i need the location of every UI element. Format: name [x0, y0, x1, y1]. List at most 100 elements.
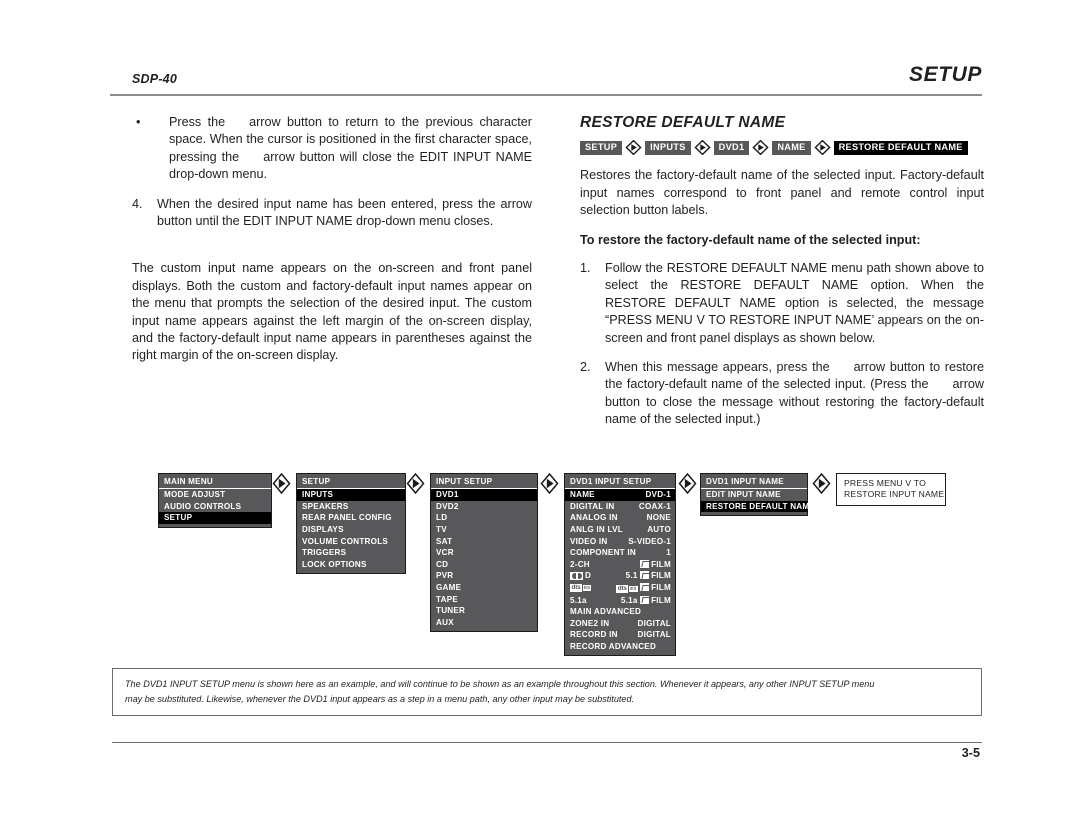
osd-row-lock-options[interactable]: LOCK OPTIONS [297, 559, 405, 571]
section-title: SETUP [908, 63, 982, 86]
osd-row-tuner[interactable]: TUNER [431, 605, 537, 617]
osd-row-record-in[interactable]: RECORD IN DIGITAL [565, 629, 675, 641]
chevron-right-icon [752, 140, 769, 156]
breadcrumb-item-name[interactable]: NAME [772, 140, 811, 155]
breadcrumb: SETUP INPUTS DVD1 NAME RESTORE DEFAULT N… [580, 140, 984, 156]
osd-input-setup-menu: INPUT SETUP DVD1 DVD2 LD TV SAT VCR CD P… [430, 473, 538, 633]
breadcrumb-item-restore-default-name[interactable]: RESTORE DEFAULT NAME [833, 140, 968, 155]
osd-main-menu: MAIN MENU MODE ADJUST AUDIO CONTROLS SET… [158, 473, 272, 528]
breadcrumb-item-inputs[interactable]: INPUTS [645, 140, 691, 155]
numbered-step-4: 4. When the desired input name has been … [132, 196, 532, 231]
osd-row-digital-in[interactable]: DIGITAL IN COAX-1 [565, 501, 675, 513]
osd-row-audio-controls[interactable]: AUDIO CONTROLS [159, 501, 271, 513]
osd-row-label: EDIT INPUT NAME [706, 490, 781, 500]
message-line-2: RESTORE INPUT NAME [844, 489, 945, 499]
osd-row-sat[interactable]: SAT [431, 535, 537, 547]
osd-row-cd[interactable]: CD [431, 559, 537, 571]
osd-row-inputs[interactable]: INPUTS [297, 489, 405, 501]
osd-row-label: PVR [436, 571, 454, 581]
osd-row-game[interactable]: GAME [431, 582, 537, 594]
osd-row-triggers[interactable]: TRIGGERS [297, 547, 405, 559]
numbered-step-2: 2. When this message appears, press the a… [580, 359, 984, 429]
manual-page: SDP-40 SETUP • Press the arrow button to … [0, 0, 1080, 834]
dts-logo: dts ES [570, 584, 592, 593]
osd-row-edit-input-name[interactable]: EDIT INPUT NAME [701, 489, 807, 501]
osd-row-label: TV [436, 525, 447, 535]
step-4-marker: 4. [132, 196, 143, 211]
osd-row-tv[interactable]: TV [431, 524, 537, 536]
osd-row-value: DIGITAL [637, 618, 671, 628]
osd-row-label: ZONE2 IN [570, 618, 610, 628]
osd-row-record-advanced[interactable]: RECORD ADVANCED [565, 641, 675, 653]
osd-row-rear-panel-config[interactable]: REAR PANEL CONFIG [297, 512, 405, 524]
osd-row-label: RECORD ADVANCED [570, 642, 657, 652]
osd-row-value: 5.1a [620, 595, 638, 605]
osd-setup-menu: SETUP INPUTS SPEAKERS REAR PANEL CONFIG … [296, 473, 406, 575]
osd-row-video-in[interactable]: VIDEO IN S-VIDEO-1 [565, 535, 675, 547]
osd-row-2ch[interactable]: 2-CH FILM [565, 559, 675, 571]
osd-row-mode-adjust[interactable]: MODE ADJUST [159, 489, 271, 501]
column-spacer [132, 242, 532, 260]
osd-row-restore-default-name[interactable]: RESTORE DEFAULT NAME [701, 500, 815, 513]
running-head: SDP-40 SETUP [110, 63, 982, 96]
osd-row-label: VIDEO IN [570, 536, 608, 546]
osd-row-value: COAX-1 [638, 501, 671, 511]
flow-arrow-icon [678, 472, 697, 495]
osd-dvd1-input-setup-menu: DVD1 INPUT SETUP NAME DVD-1 DIGITAL IN C… [564, 473, 676, 657]
osd-row-dvd1[interactable]: DVD1 [431, 489, 537, 501]
osd-row-dolby-digital[interactable]: D 5.1 FILM [565, 570, 675, 582]
osd-row-value: AUTO [647, 525, 671, 535]
osd-row-label: SPEAKERS [302, 501, 349, 511]
numbered-step-1: 1. Follow the RESTORE DEFAULT NAME menu … [580, 260, 984, 347]
osd-row-aux[interactable]: AUX [431, 617, 537, 629]
osd-row-analog-in[interactable]: ANALOG IN NONE [565, 512, 675, 524]
osd-row-label: DVD1 [436, 490, 459, 500]
film-icon [640, 595, 650, 604]
osd-row-value: 5.1 [625, 571, 638, 581]
model-name: SDP-40 [132, 72, 177, 86]
osd-row-value-group: 5.1 FILM [626, 571, 671, 580]
osd-row-label: INPUTS [302, 490, 334, 500]
osd-row-label: MODE ADJUST [164, 490, 226, 500]
osd-row-main-advanced[interactable]: MAIN ADVANCED [565, 606, 675, 618]
osd-row-value-group: 5.1a FILM [620, 595, 671, 605]
osd-row-label: LOCK OPTIONS [302, 559, 367, 569]
subsection-heading: RESTORE DEFAULT NAME [580, 114, 786, 131]
osd-row-ld[interactable]: LD [431, 512, 537, 524]
osd-row-label: LD [436, 513, 448, 523]
osd-row-dvd2[interactable]: DVD2 [431, 501, 537, 513]
bullet-item: • Press the arrow button to return to the… [132, 114, 532, 184]
osd-row-volume-controls[interactable]: VOLUME CONTROLS [297, 535, 405, 547]
osd-row-speakers[interactable]: SPEAKERS [297, 501, 405, 513]
chevron-right-icon [694, 140, 711, 156]
page-number: 3-5 [961, 746, 980, 760]
osd-row-component-in[interactable]: COMPONENT IN 1 [565, 547, 675, 559]
footnote-box: The DVD1 INPUT SETUP menu is shown here … [112, 668, 982, 716]
osd-row-label: DIGITAL IN [570, 501, 615, 511]
osd-row-label: VOLUME CONTROLS [302, 536, 389, 546]
osd-row-51a[interactable]: 5.1a 5.1a FILM [565, 594, 675, 606]
osd-row-label: COMPONENT IN [570, 548, 636, 558]
breadcrumb-item-setup[interactable]: SETUP [580, 140, 623, 155]
osd-row-value: 1 [666, 548, 671, 558]
osd-row-anlg-in-lvl[interactable]: ANLG IN LVL AUTO [565, 524, 675, 536]
bullet-text: Press the arrow button to return to the p… [169, 114, 532, 184]
osd-row-setup[interactable]: SETUP [159, 512, 271, 524]
dts-es-icon: ES [583, 585, 592, 592]
osd-row-zone2-in[interactable]: ZONE2 IN DIGITAL [565, 618, 675, 630]
osd-row-displays[interactable]: DISPLAYS [297, 524, 405, 536]
message-line-1: PRESS MENU V TO [844, 478, 926, 488]
breadcrumb-item-dvd1[interactable]: DVD1 [713, 140, 750, 155]
osd-row-label: SETUP [164, 513, 193, 523]
osd-dvd1-input-setup-title: DVD1 INPUT SETUP [565, 476, 675, 489]
osd-row-tape[interactable]: TAPE [431, 593, 537, 605]
osd-row-label: GAME [436, 583, 462, 593]
step-1-marker: 1. [580, 261, 591, 276]
osd-row-vcr[interactable]: VCR [431, 547, 537, 559]
flow-arrow-icon [272, 472, 291, 495]
osd-row-dts[interactable]: dts ES dts ES FILM [565, 582, 675, 595]
bullet-marker: • [136, 115, 141, 129]
osd-row-name[interactable]: NAME DVD-1 [565, 489, 675, 501]
osd-row-pvr[interactable]: PVR [431, 570, 537, 582]
restore-intro-paragraph: Restores the factory-default name of the… [580, 168, 984, 218]
